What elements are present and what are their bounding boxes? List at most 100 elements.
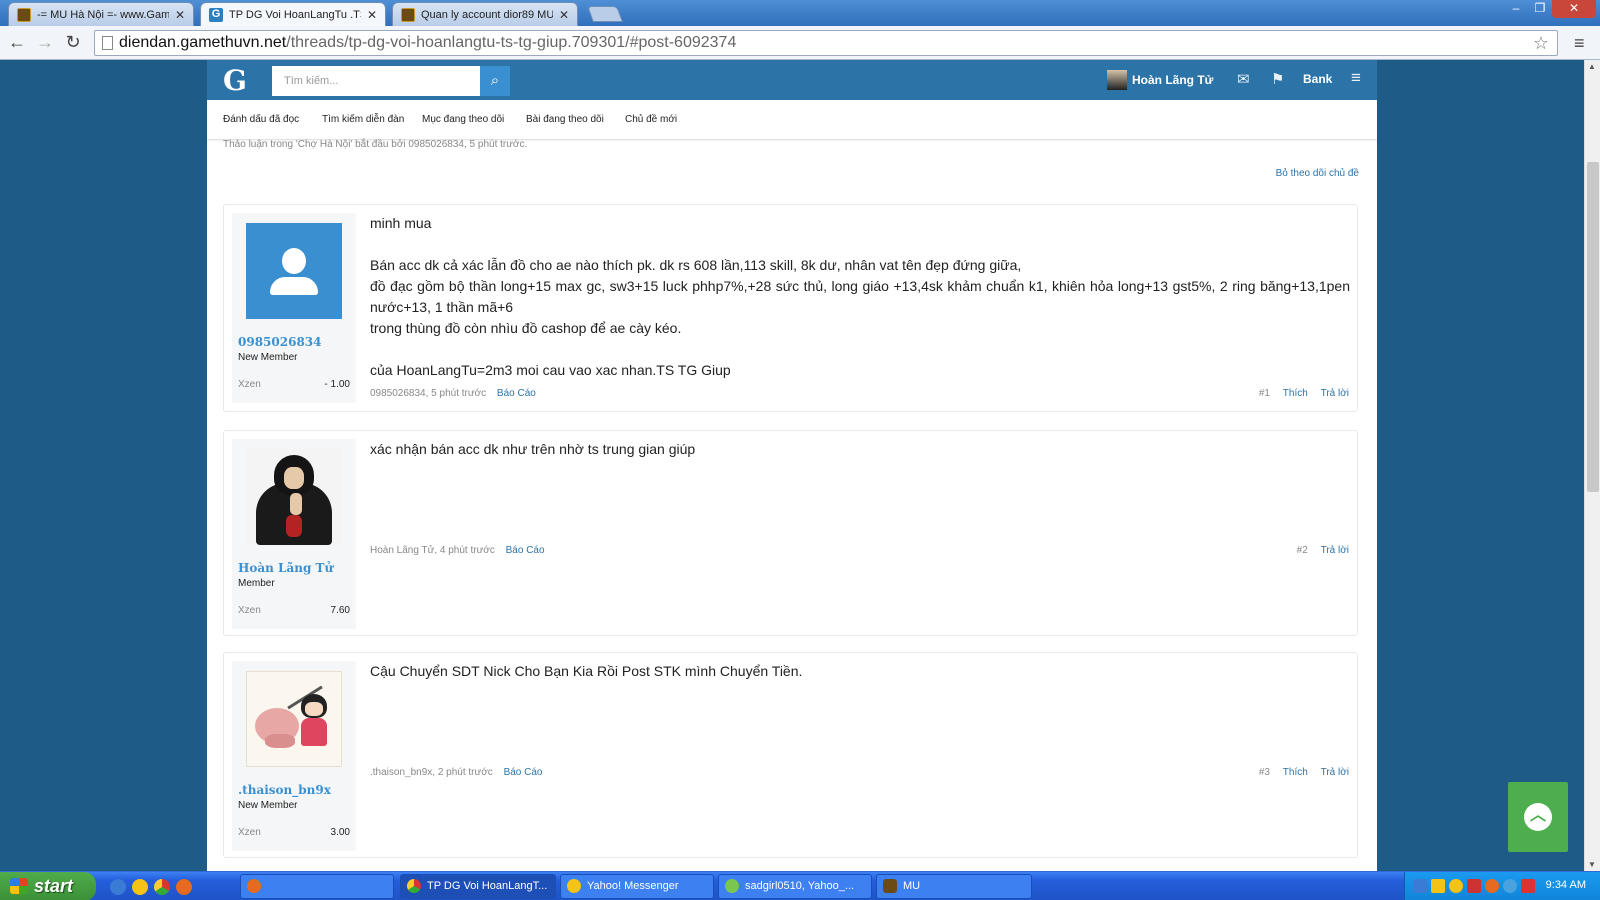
tray-icon[interactable]	[1449, 879, 1463, 893]
tray-icon[interactable]	[1467, 879, 1481, 893]
new-tab-button[interactable]	[587, 6, 623, 22]
xzen-label: Xzen	[238, 827, 261, 838]
message-line: trong thùng đồ còn nhìu đồ cashop để ae …	[370, 320, 682, 336]
report-link[interactable]: Báo Cáo	[497, 388, 536, 399]
scrollbar-thumb[interactable]	[1587, 162, 1599, 492]
hamburger-icon[interactable]: ≡	[1351, 68, 1361, 88]
post-author-time[interactable]: Hoàn Lãng Tử, 4 phút trước	[370, 545, 495, 556]
reply-link[interactable]: Trả lời	[1321, 767, 1349, 778]
search-forum-link[interactable]: Tìm kiếm diễn đàn	[322, 114, 404, 125]
post-author-time[interactable]: 0985026834, 5 phút trước	[370, 388, 486, 399]
avatar[interactable]	[246, 449, 342, 545]
xzen-value: 3.00	[330, 827, 350, 838]
forum-page: G Tìm kiếm... ⌕ Hoàn Lãng Tử ✉ ⚑ Bank ≡ …	[207, 60, 1377, 871]
tray-icon[interactable]	[1431, 879, 1445, 893]
avatar[interactable]	[246, 223, 342, 319]
site-logo[interactable]: G	[223, 64, 247, 97]
taskbar-item-chrome[interactable]: TP DG Voi HoanLangT...	[400, 874, 556, 899]
avatar	[1107, 70, 1127, 90]
firefox-icon[interactable]	[176, 879, 192, 895]
flag-icon[interactable]: ⚑	[1271, 70, 1284, 88]
post-message: Cậu Chuyển SDT Nick Cho Bạn Kia Rồi Post…	[370, 661, 1350, 682]
tab-label: Quan ly account dior89 MU S	[421, 8, 553, 21]
username[interactable]: 0985026834	[238, 335, 322, 349]
unwatch-thread-link[interactable]: Bỏ theo dõi chủ đề	[1276, 168, 1359, 179]
taskbar-item-chat[interactable]: sadgirl0510, Yahoo_...	[718, 874, 872, 899]
page-icon	[102, 36, 113, 50]
user-info: Hoàn Lãng Tử Member Xzen 7.60	[232, 439, 356, 629]
search-icon[interactable]: ⌕	[480, 66, 510, 96]
username[interactable]: .thaison_bn9x	[238, 783, 331, 797]
close-window-icon[interactable]: ✕	[1552, 0, 1596, 18]
post-actions: #3 Thích Trả lời	[1259, 767, 1349, 778]
like-link[interactable]: Thích	[1283, 767, 1308, 778]
tab-close-icon[interactable]: ✕	[559, 8, 569, 22]
tray-icon[interactable]	[1503, 879, 1517, 893]
report-link[interactable]: Báo Cáo	[506, 545, 545, 556]
chrome-menu-icon[interactable]: ≡	[1574, 33, 1592, 54]
browser-tab-mu-hanoi[interactable]: -= MU Hà Nội =- www.Game ✕	[8, 2, 194, 26]
tab-close-icon[interactable]: ✕	[175, 8, 185, 22]
xzen-value: 7.60	[330, 605, 350, 616]
reload-icon[interactable]: ↻	[62, 32, 84, 54]
task-label: TP DG Voi HoanLangT...	[427, 880, 548, 892]
messenger-icon[interactable]	[132, 879, 148, 895]
report-link[interactable]: Báo Cáo	[504, 767, 543, 778]
username[interactable]: Hoàn Lãng Tử	[238, 561, 333, 575]
forward-arrow-icon[interactable]: →	[34, 32, 56, 54]
post-author-time[interactable]: .thaison_bn9x, 2 phút trước	[370, 767, 493, 778]
taskbar-item-yahoo[interactable]: Yahoo! Messenger	[560, 874, 714, 899]
bank-link[interactable]: Bank	[1303, 72, 1332, 86]
post-number[interactable]: #3	[1259, 767, 1270, 778]
watched-forums-link[interactable]: Mục đang theo dõi	[422, 114, 504, 125]
taskbar-item-unknown[interactable]	[240, 874, 394, 899]
browser-tab-strip: -= MU Hà Nội =- www.Game ✕ G TP DG Voi H…	[0, 0, 1600, 26]
ie-icon[interactable]	[110, 879, 126, 895]
scroll-down-icon[interactable]: ▼	[1588, 860, 1596, 869]
clock[interactable]: 9:34 AM	[1546, 879, 1586, 891]
address-bar[interactable]: diendan.gamethuvn.net/threads/tp-dg-voi-…	[94, 30, 1558, 56]
watched-threads-link[interactable]: Bài đang theo dõi	[526, 114, 604, 125]
scroll-up-icon[interactable]: ▲	[1588, 62, 1596, 71]
page-viewport: G Tìm kiếm... ⌕ Hoàn Lãng Tử ✉ ⚑ Bank ≡ …	[0, 60, 1584, 871]
taskbar-item-mu[interactable]: MU	[876, 874, 1032, 899]
post-number[interactable]: #2	[1297, 545, 1308, 556]
search-input[interactable]: Tìm kiếm...	[272, 66, 480, 96]
reply-link[interactable]: Trả lời	[1321, 545, 1349, 556]
tab-close-icon[interactable]: ✕	[367, 8, 377, 22]
restore-icon[interactable]: ❐	[1526, 0, 1554, 18]
site-header: G Tìm kiếm... ⌕ Hoàn Lãng Tử ✉ ⚑ Bank ≡	[207, 60, 1377, 100]
browser-tab-account[interactable]: Quan ly account dior89 MU S ✕	[392, 2, 578, 26]
messenger-icon	[567, 879, 581, 893]
sub-navigation: Đánh dấu đã đọc Tìm kiếm diễn đàn Mục đa…	[207, 100, 1377, 140]
chrome-icon[interactable]	[154, 879, 170, 895]
browser-tab-thread[interactable]: G TP DG Voi HoanLangTu .TS T ✕	[200, 2, 386, 26]
windows-taskbar: start TP DG Voi HoanLangT... Yahoo! Mess…	[0, 871, 1600, 900]
chat-icon	[725, 879, 739, 893]
bookmark-star-icon[interactable]: ☆	[1533, 31, 1549, 55]
back-to-top-button[interactable]: ︿	[1508, 782, 1568, 852]
page-scrollbar[interactable]: ▲ ▼	[1584, 60, 1600, 871]
system-tray: 9:34 AM	[1404, 872, 1600, 900]
post-number[interactable]: #1	[1259, 388, 1270, 399]
envelope-icon[interactable]: ✉	[1237, 70, 1250, 88]
mu-favicon-icon	[17, 7, 31, 22]
mu-icon	[883, 879, 897, 893]
start-button[interactable]: start	[0, 872, 96, 900]
reply-link[interactable]: Trả lời	[1321, 388, 1349, 399]
user-menu[interactable]: Hoàn Lãng Tử	[1107, 70, 1213, 90]
tray-icon[interactable]	[1413, 879, 1427, 893]
post-message: minh mua Bán acc dk cả xác lẫn đồ cho ae…	[370, 213, 1350, 381]
avatar[interactable]	[246, 671, 342, 767]
thread-meta: Thảo luận trong 'Chợ Hà Nội' bắt đầu bởi…	[223, 139, 528, 150]
like-link[interactable]: Thích	[1283, 388, 1308, 399]
back-arrow-icon[interactable]: ←	[6, 32, 28, 54]
new-threads-link[interactable]: Chủ đề mới	[625, 114, 677, 125]
tray-icon[interactable]	[1485, 879, 1499, 893]
start-label: start	[34, 876, 74, 896]
tray-icon[interactable]	[1521, 879, 1535, 893]
mark-read-link[interactable]: Đánh dấu đã đọc	[223, 114, 299, 125]
message-line	[370, 339, 1350, 360]
post-actions: #1 Thích Trả lời	[1259, 388, 1349, 399]
xzen-label: Xzen	[238, 605, 261, 616]
